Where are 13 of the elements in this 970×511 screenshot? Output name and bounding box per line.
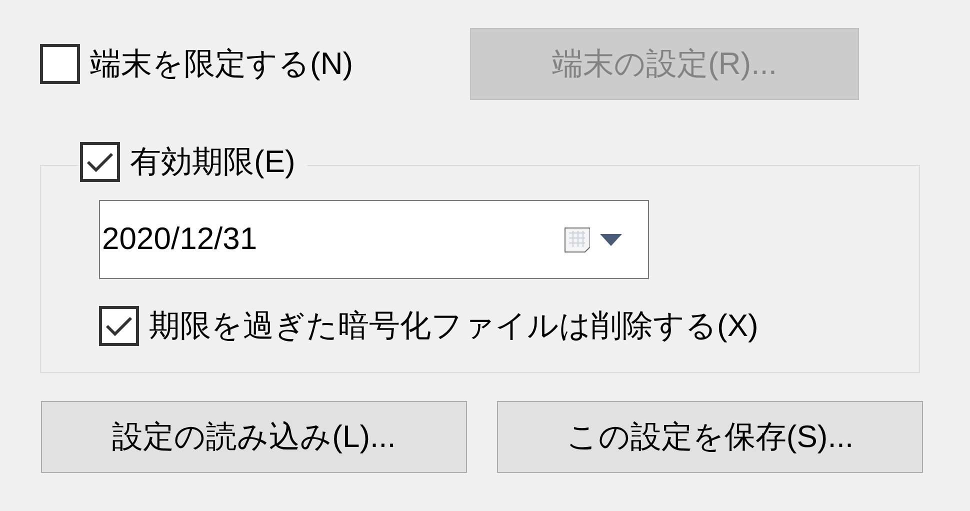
check-icon (86, 151, 114, 174)
checkbox-label[interactable]: 期限を過ぎた暗号化ファイルは削除する(X) (99, 303, 920, 350)
checkbox[interactable] (99, 306, 139, 346)
action-button[interactable]: 設定の読み込み(L)... (41, 401, 467, 473)
date-picker[interactable]: 2020/12/31 (99, 200, 649, 279)
dropdown-arrow-icon[interactable] (600, 234, 622, 246)
action-button[interactable]: この設定を保存(S)... (497, 401, 923, 473)
checkbox[interactable] (80, 142, 120, 182)
date-value: 2020/12/31 (102, 220, 258, 258)
checkbox-label[interactable]: 端末を限定する(N) (40, 40, 470, 88)
check-icon (105, 315, 133, 338)
checkbox[interactable] (40, 44, 80, 84)
calendar-icon (564, 226, 590, 252)
